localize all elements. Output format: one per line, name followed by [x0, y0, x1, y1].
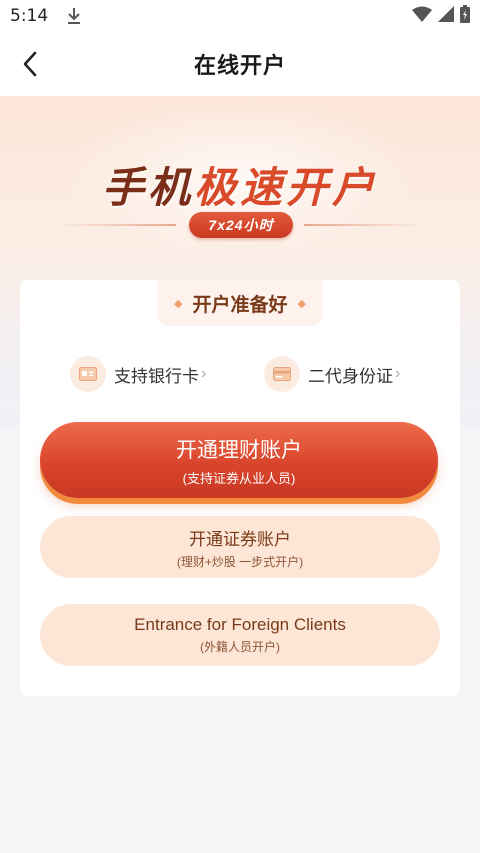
hours-badge: 7x24小时	[189, 212, 293, 238]
chevron-right-icon: ›	[395, 365, 401, 382]
hero-title-part1: 手机	[101, 164, 194, 211]
requirement-id-card[interactable]: 二代身份证 ›	[264, 356, 400, 392]
hero-divider-right	[304, 224, 424, 226]
requirement-bank-card[interactable]: 支持银行卡 ›	[70, 356, 206, 392]
nav-bar: 在线开户	[0, 32, 480, 96]
chevron-left-icon	[23, 51, 37, 77]
button-main-label: 开通理财账户	[176, 438, 302, 462]
signal-icon	[438, 5, 454, 27]
status-icons	[412, 4, 470, 28]
id-card-icon	[264, 356, 300, 392]
open-wealth-account-button[interactable]: 开通理财账户 (支持证券从业人员)	[40, 422, 438, 498]
hero-divider-left	[56, 224, 176, 226]
account-card: ◆ 开户准备好 ◆ 支持银行卡 › 二代身份证 › 开通理财账户 (支持证券从业…	[20, 280, 460, 696]
hero-title-part2: 极速开户	[194, 164, 379, 211]
wifi-icon	[412, 6, 432, 27]
button-sub-label: (外籍人员开户)	[200, 640, 280, 654]
prep-label: 开户准备好	[192, 294, 288, 316]
sparkle-icon: ◆	[174, 297, 183, 310]
requirement-label: 二代身份证	[308, 366, 393, 386]
status-bar: 5:14	[0, 0, 480, 32]
hero-title: 手机极速开户	[0, 154, 480, 215]
sparkle-icon: ◆	[297, 297, 306, 310]
requirement-label: 支持银行卡	[114, 366, 199, 386]
battery-icon	[460, 4, 470, 28]
button-main-label: Entrance for Foreign Clients	[134, 615, 346, 634]
back-button[interactable]	[14, 48, 46, 80]
chevron-right-icon: ›	[201, 365, 207, 382]
foreign-clients-button[interactable]: Entrance for Foreign Clients (外籍人员开户)	[40, 604, 440, 666]
bank-card-icon	[70, 356, 106, 392]
open-securities-account-button[interactable]: 开通证券账户 (理财+炒股 一步式开户)	[40, 516, 440, 578]
button-main-label: 开通证券账户	[189, 529, 291, 549]
download-icon	[66, 7, 82, 25]
status-time: 5:14	[10, 6, 49, 26]
prep-tab: ◆ 开户准备好 ◆	[158, 280, 322, 326]
button-sub-label: (支持证券从业人员)	[182, 470, 296, 486]
page-title: 在线开户	[193, 53, 286, 78]
button-sub-label: (理财+炒股 一步式开户)	[176, 554, 304, 569]
